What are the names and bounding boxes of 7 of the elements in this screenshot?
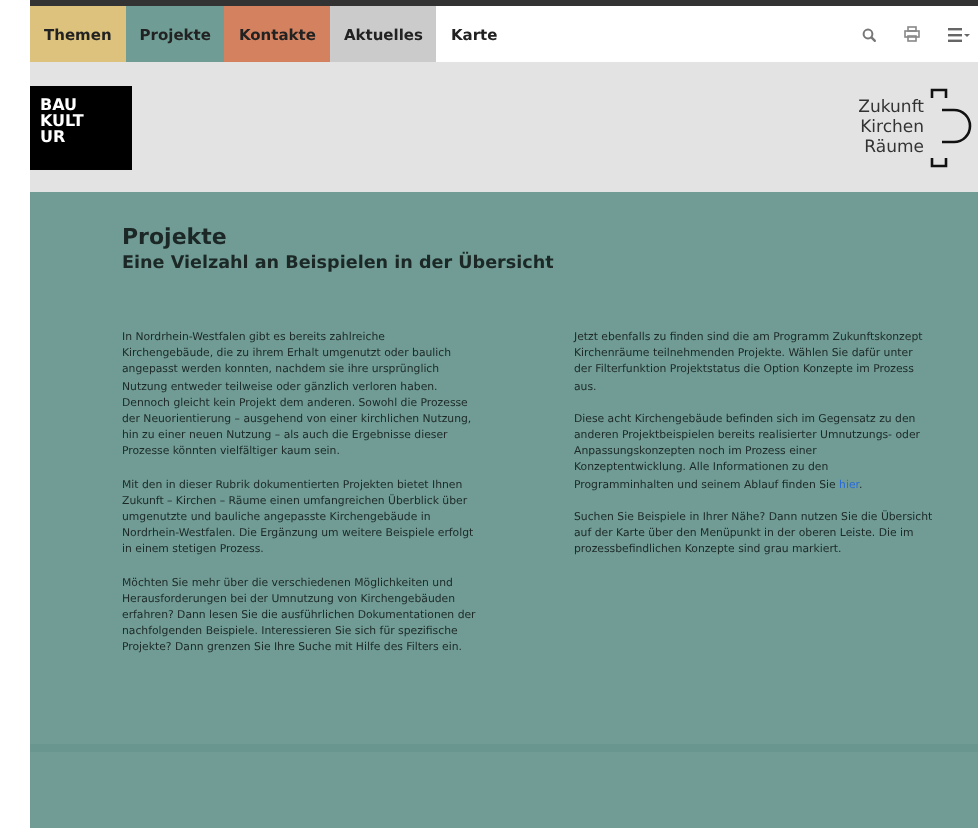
search-icon[interactable] (862, 27, 876, 41)
page-title: Projekte (122, 224, 229, 250)
zukunft-kirchen-raeume-logo[interactable]: Zukunft Kirchen Räume (858, 87, 974, 167)
printer-icon[interactable] (904, 26, 920, 42)
baukultur-logo[interactable]: BAU KULT UR (30, 85, 132, 169)
menu-icon[interactable] (948, 27, 970, 41)
page-subtitle: Eine Vielzahl an Beispielen in der Übersicht (122, 254, 556, 274)
